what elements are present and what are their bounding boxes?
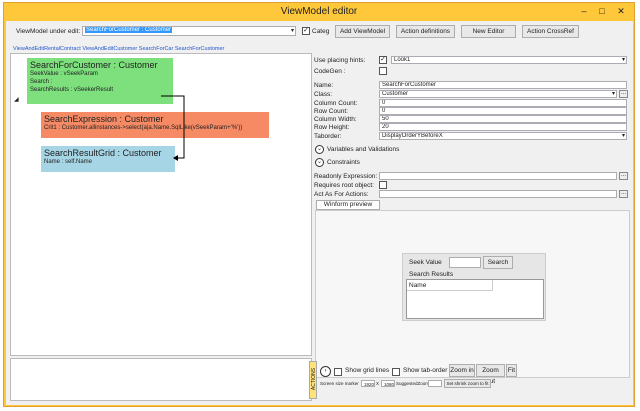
name-field[interactable]: SearchForCustomer	[379, 81, 627, 89]
grid-column-header[interactable]: Name	[407, 280, 493, 291]
preview-seek-label: Seek Value	[409, 259, 442, 266]
preview-results-label: Search Results	[409, 271, 454, 278]
winform-preview-area[interactable]: Seek Value Search Search Results Name	[315, 210, 630, 378]
client-area: ViewModel under edit: SearchForCustomer …	[6, 21, 633, 405]
suggested-zoom-label: SuggestedZoom	[396, 381, 430, 386]
class-value: Customer	[382, 91, 409, 97]
screen-width-field[interactable]: 1920	[361, 380, 375, 387]
column-width-label: Column Width:	[314, 116, 357, 123]
readonly-browse-button[interactable]: ...	[619, 172, 628, 180]
size-x-label: X	[376, 381, 380, 386]
use-placing-hints-label: Use placing hints:	[314, 57, 366, 64]
taborder-select[interactable]: DisplayOrderYBeforeX ▾	[379, 132, 627, 140]
preview-search-button[interactable]: Search	[483, 256, 513, 269]
expand-constraints-icon[interactable]: ⌄	[315, 158, 324, 167]
row-height-field[interactable]: 20	[379, 123, 627, 131]
breadcrumb-item[interactable]: SearchForCustomer	[175, 46, 225, 52]
column-width-field[interactable]: 50	[379, 115, 627, 123]
action-definitions-button[interactable]: Action definitions	[396, 25, 455, 38]
zoom-in-button[interactable]: Zoom in	[449, 364, 475, 377]
title-bar: ViewModel editor – □ ✕	[4, 3, 634, 21]
fit-button[interactable]: Fit	[506, 364, 517, 377]
zoom-out-button[interactable]: Zoom out	[476, 364, 505, 385]
viewmodel-select[interactable]: SearchForCustomer : Customer ▾	[82, 26, 296, 36]
taborder-value: DisplayOrderYBeforeX	[382, 133, 443, 139]
act-as-label: Act As For Actions:	[314, 191, 369, 198]
breadcrumb: ViewAndEditRentalContract ViewAndEditCus…	[13, 46, 224, 52]
action-crossref-button[interactable]: Action CrossRef	[522, 25, 579, 38]
chevron-down-icon[interactable]: ▾	[612, 91, 615, 97]
new-editor-button[interactable]: New Editor	[461, 25, 516, 38]
preview-seek-input[interactable]	[449, 257, 481, 268]
requires-root-checkbox[interactable]	[379, 181, 387, 189]
preview-form: Seek Value Search Search Results Name	[402, 253, 546, 321]
tab-winform-preview[interactable]: Winform preview	[316, 200, 380, 210]
suggested-zoom-field[interactable]	[428, 380, 442, 387]
breadcrumb-item[interactable]: ViewAndEditRentalContract	[13, 46, 81, 52]
link-arrow	[161, 95, 185, 161]
actions-tab-label: ACTIONS	[311, 367, 317, 391]
show-tab-label: Show tab-order	[403, 367, 448, 374]
show-grid-checkbox[interactable]	[334, 368, 342, 376]
add-viewmodel-button[interactable]: Add ViewModel	[335, 25, 390, 38]
name-label: Name:	[314, 82, 334, 89]
breadcrumb-item[interactable]: SearchForCar	[139, 46, 174, 52]
chevron-down-icon[interactable]: ▾	[622, 57, 625, 63]
expand-variables-icon[interactable]: ⌄	[315, 145, 324, 154]
screen-height-field[interactable]: 1080	[381, 380, 395, 387]
class-browse-button[interactable]: ...	[619, 90, 628, 98]
viewmodel-editor-window: ViewModel editor – □ ✕ ViewModel under e…	[3, 2, 635, 407]
column-count-label: Column Count:	[314, 100, 358, 107]
row-count-field[interactable]: 0	[379, 107, 627, 115]
close-icon[interactable]: ✕	[613, 5, 629, 17]
screen-size-label: Screen size marker	[320, 381, 359, 386]
breadcrumb-item[interactable]: ViewAndEditCustomer	[82, 46, 137, 52]
actions-tab[interactable]: ACTIONS	[309, 361, 317, 399]
class-select[interactable]: Customer ▾	[379, 90, 617, 98]
viewmodel-label: ViewModel under edit:	[16, 28, 81, 35]
window-title: ViewModel editor	[280, 6, 358, 17]
row-count-label: Row Count:	[314, 108, 348, 115]
categ-checkbox[interactable]: ✓	[302, 27, 310, 35]
constraints-section-label[interactable]: Constraints	[327, 159, 360, 166]
set-shrink-zoom-button[interactable]: Set shrink zoom to fit	[444, 379, 491, 388]
column-count-field[interactable]: 0	[379, 99, 627, 107]
row-height-label: Row Height:	[314, 124, 350, 131]
actions-expand-icon[interactable]: ›	[320, 366, 331, 377]
show-grid-label: Show grid lines	[345, 367, 390, 374]
codegen-checkbox[interactable]	[379, 67, 387, 75]
viewmodel-canvas[interactable]: ◢ SearchForCustomer : Customer SeekValue…	[10, 53, 312, 356]
placing-value: Look1	[394, 57, 411, 63]
taborder-label: Taborder:	[314, 133, 342, 140]
class-label: Class:	[314, 91, 333, 98]
chevron-down-icon[interactable]: ▾	[291, 27, 294, 35]
minimize-icon[interactable]: –	[576, 5, 592, 17]
output-panel[interactable]	[10, 358, 312, 401]
categ-label: Categ	[312, 28, 330, 35]
codegen-label: CodeGen :	[314, 68, 346, 75]
act-as-field[interactable]	[379, 190, 617, 198]
placing-select[interactable]: Look1 ▾	[391, 56, 627, 64]
chevron-down-icon[interactable]: ▾	[622, 133, 625, 139]
show-tab-checkbox[interactable]	[392, 368, 400, 376]
act-as-browse-button[interactable]: ...	[619, 190, 628, 198]
preview-results-grid[interactable]: Name	[406, 279, 544, 319]
readonly-expression-label: Readonly Expression:	[314, 173, 378, 180]
placing-hints-checkbox[interactable]: ✓	[379, 56, 387, 64]
variables-section-label[interactable]: Variables and Validations	[327, 146, 399, 153]
readonly-expression-field[interactable]	[379, 172, 617, 180]
viewmodel-select-value: SearchForCustomer : Customer	[85, 27, 173, 33]
requires-root-label: Requires root object:	[314, 182, 374, 189]
maximize-icon[interactable]: □	[594, 5, 610, 17]
